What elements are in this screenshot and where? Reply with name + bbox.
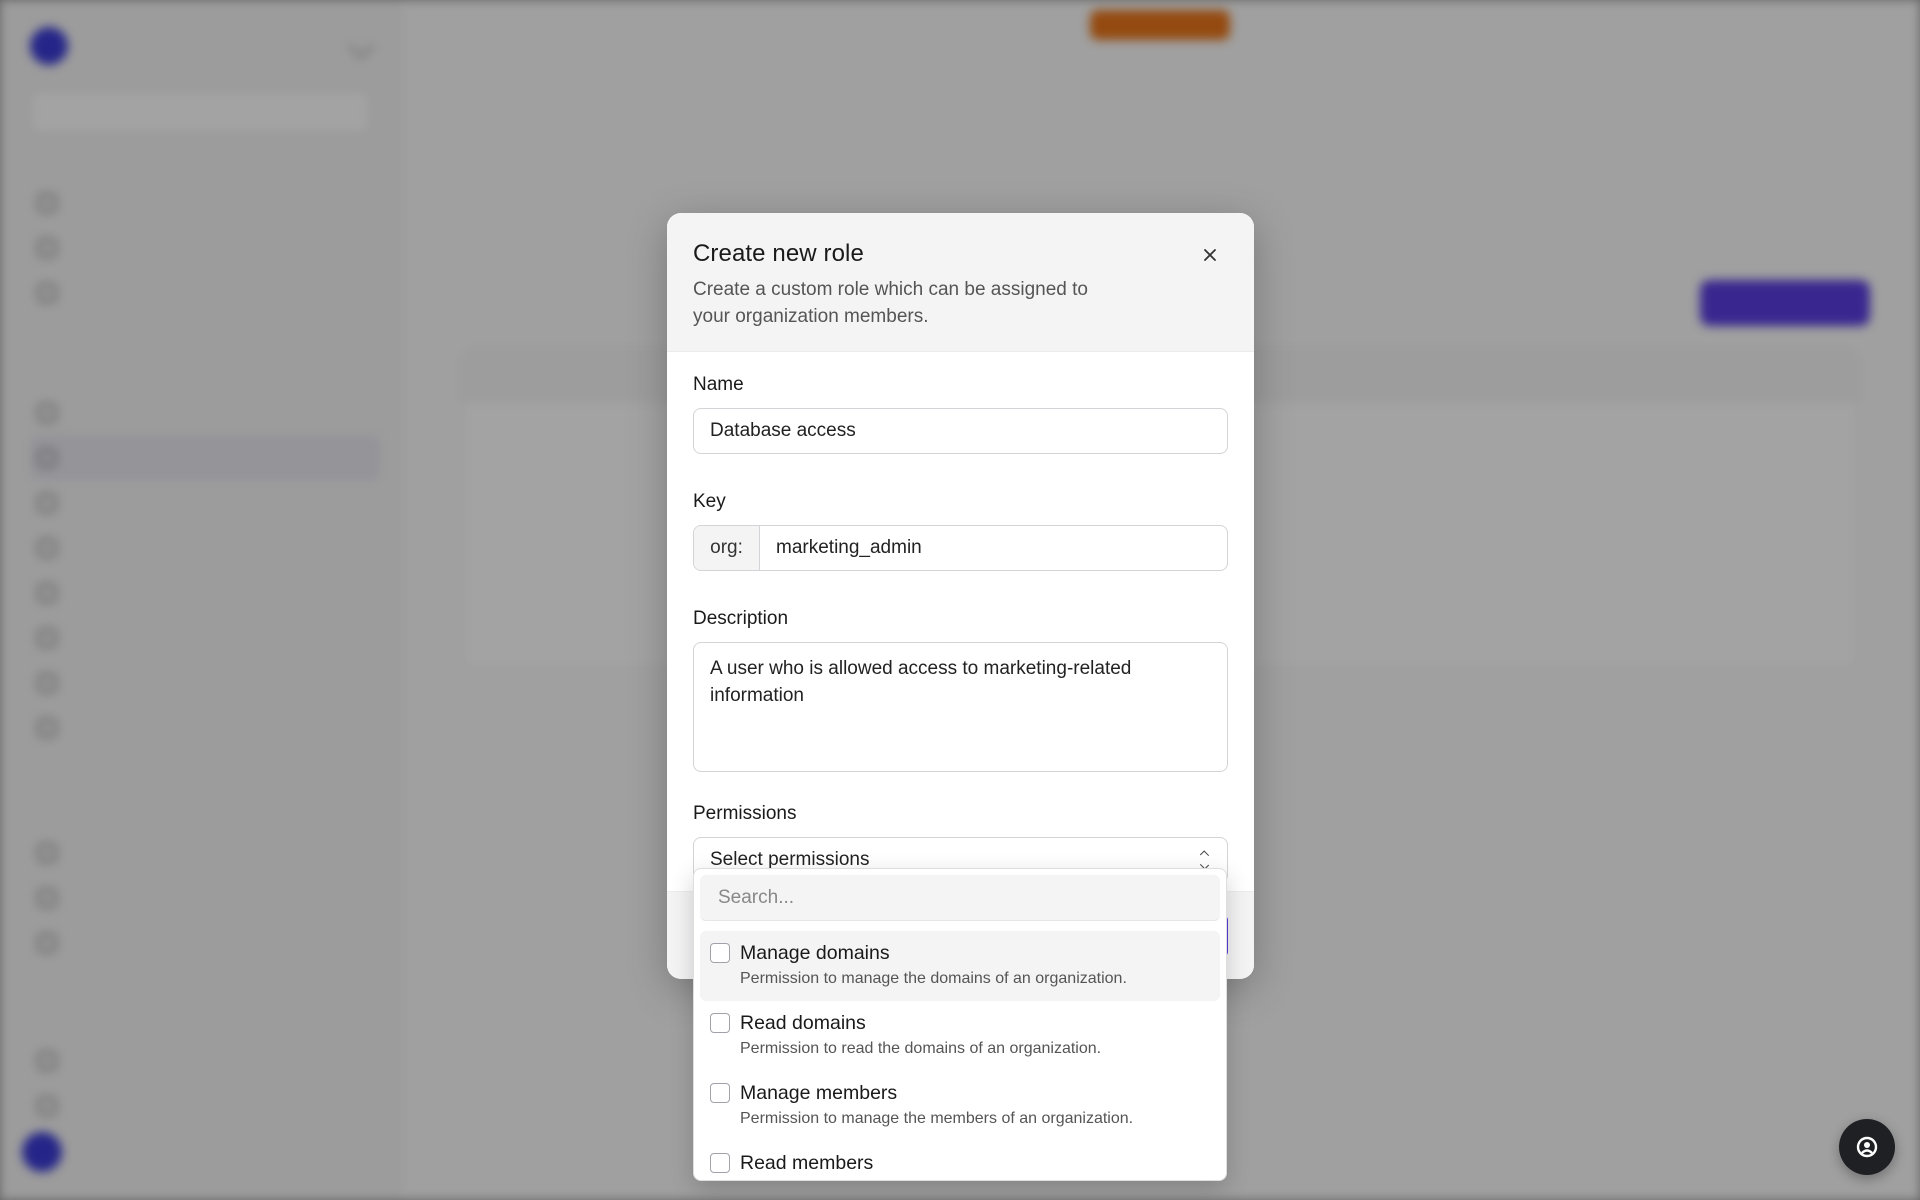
name-input[interactable]: Database access <box>693 408 1228 454</box>
key-prefix: org: <box>694 526 760 570</box>
checkbox[interactable] <box>710 1013 730 1033</box>
modal-subtitle: Create a custom role which can be assign… <box>693 279 1088 327</box>
permissions-dropdown: Search... Manage domains Permission to m… <box>693 868 1227 1181</box>
permission-option-read-members[interactable]: Read members <box>700 1141 1220 1180</box>
checkbox[interactable] <box>710 1083 730 1103</box>
modal-header: Create new role Create a custom role whi… <box>667 213 1254 352</box>
option-description: Permission to manage the members of an o… <box>740 1110 1134 1127</box>
close-icon[interactable] <box>1198 243 1222 267</box>
key-input-group: org: marketing_admin <box>693 525 1228 571</box>
permissions-search-input[interactable]: Search... <box>700 875 1220 921</box>
modal-body: Name Database access Key org: marketing_… <box>667 352 1254 883</box>
permission-option-manage-domains[interactable]: Manage domains Permission to manage the … <box>700 931 1220 1001</box>
name-field: Name Database access <box>693 374 1228 454</box>
permissions-label: Permissions <box>693 803 797 824</box>
description-field: Description A user who is allowed access… <box>693 608 1228 772</box>
description-textarea[interactable]: A user who is allowed access to marketin… <box>693 642 1228 772</box>
option-description: Permission to read the domains of an org… <box>740 1040 1102 1057</box>
permission-option-manage-members[interactable]: Manage members Permission to manage the … <box>700 1071 1220 1141</box>
key-label: Key <box>693 491 726 512</box>
checkbox[interactable] <box>710 943 730 963</box>
create-role-modal: Create new role Create a custom role whi… <box>667 213 1254 979</box>
key-field: Key org: marketing_admin <box>693 491 1228 571</box>
assistant-button[interactable] <box>1839 1119 1895 1175</box>
option-title: Read members <box>740 1152 874 1174</box>
description-label: Description <box>693 608 789 629</box>
option-title: Manage members <box>740 1082 898 1104</box>
option-title: Manage domains <box>740 942 890 964</box>
assistant-icon <box>1856 1136 1878 1158</box>
modal-title: Create new role <box>693 240 864 267</box>
name-label: Name <box>693 374 744 395</box>
checkbox[interactable] <box>710 1153 730 1173</box>
permissions-list: Manage domains Permission to manage the … <box>694 931 1226 1180</box>
option-description: Permission to manage the domains of an o… <box>740 970 1127 987</box>
option-title: Read domains <box>740 1012 866 1034</box>
key-input[interactable]: marketing_admin <box>760 526 1227 570</box>
permission-option-read-domains[interactable]: Read domains Permission to read the doma… <box>700 1001 1220 1071</box>
